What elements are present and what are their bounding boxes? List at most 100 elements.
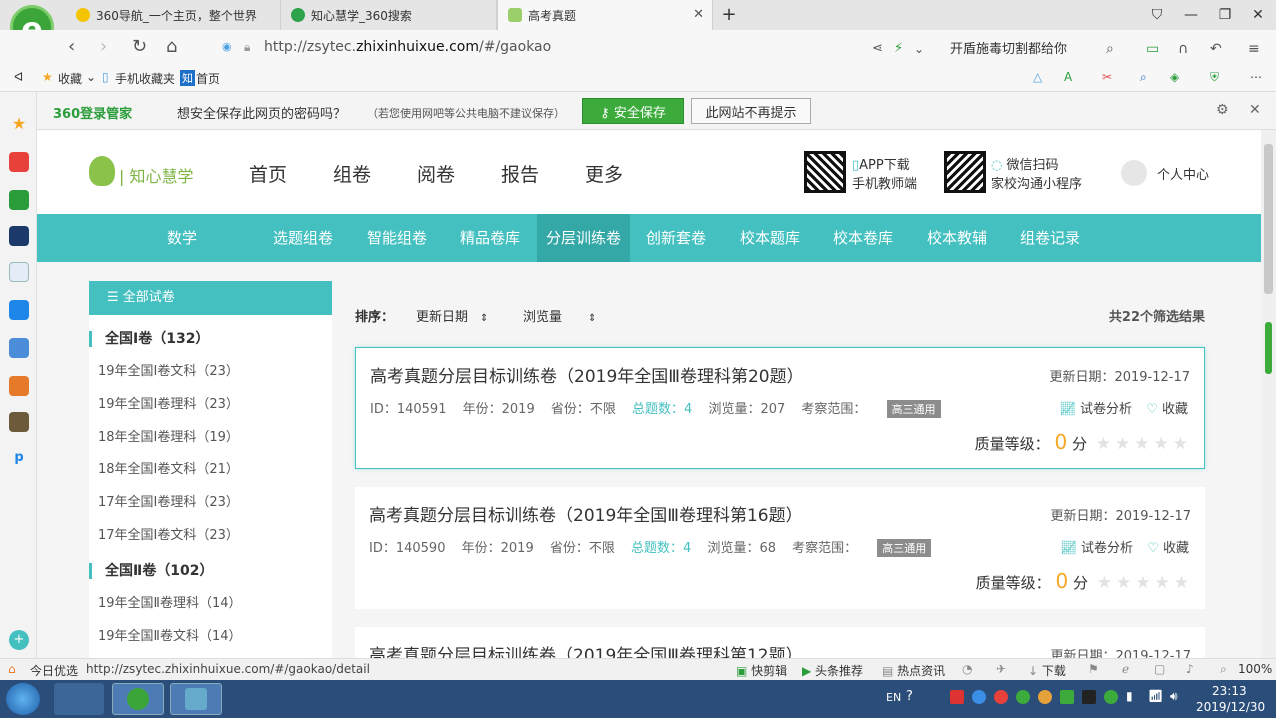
browser-tab-3[interactable]: 高考真题 ✕	[497, 0, 713, 30]
sidebar-game1-icon[interactable]	[9, 338, 29, 358]
sidebar-doc-icon[interactable]	[9, 262, 29, 282]
list-item[interactable]: 18年全国Ⅰ卷理科（19）	[98, 426, 239, 445]
status-flag-icon[interactable]: ⚑	[1088, 662, 1099, 676]
all-papers-header[interactable]: ☰ 全部试卷	[89, 281, 332, 315]
list-item[interactable]: 17年全国Ⅰ卷文科（23）	[98, 524, 239, 543]
close-bar-icon[interactable]: ✕	[1249, 102, 1261, 118]
search-hint[interactable]: 开盾施毒切割都给你	[950, 38, 1067, 57]
search-icon[interactable]: ⌕	[1106, 38, 1114, 60]
avatar[interactable]	[1121, 160, 1147, 186]
status-download[interactable]: ↓ 下载	[1028, 662, 1066, 679]
sidebar-p-icon[interactable]: p	[9, 450, 29, 470]
nav-grade[interactable]: 阅卷	[417, 160, 455, 187]
clock-time[interactable]: 23:13	[1212, 684, 1247, 698]
bookmark-fav[interactable]: 收藏	[58, 70, 82, 87]
settings-gear-icon[interactable]: ⚙	[1216, 102, 1229, 118]
refresh-icon[interactable]: ↻	[132, 36, 147, 58]
tray-icon-5[interactable]	[1038, 690, 1052, 704]
new-tab-icon[interactable]: +	[719, 5, 739, 25]
nav-compose[interactable]: 组卷	[333, 160, 371, 187]
undo-icon[interactable]: ↶	[1210, 38, 1222, 60]
browser-tab-2[interactable]: 知心慧学_360搜索	[281, 0, 497, 30]
clock-date[interactable]: 2019/12/30	[1196, 700, 1265, 714]
sidebar-game3-icon[interactable]	[9, 412, 29, 432]
taskbar-browser-icon[interactable]	[112, 683, 164, 715]
status-hot[interactable]: ▤ 热点资讯	[882, 662, 945, 679]
tool-triangle-icon[interactable]: △	[1033, 70, 1042, 84]
sidebar-mail-icon[interactable]	[9, 190, 29, 210]
taskbar-app-3[interactable]	[170, 683, 222, 715]
list-item[interactable]: 19年全国Ⅱ卷理科（14）	[98, 592, 241, 611]
tray-icon-1[interactable]	[950, 690, 964, 704]
help-icon[interactable]: ?	[906, 689, 913, 704]
share-icon[interactable]: ⋖	[872, 38, 883, 60]
bookmark-home[interactable]: 首页	[196, 70, 220, 87]
nav-home[interactable]: 首页	[249, 160, 287, 187]
more-tools-icon[interactable]: ⋯	[1250, 70, 1262, 84]
status-tool-icon[interactable]: ✈	[996, 662, 1006, 676]
paper-card[interactable]: 高考真题分层目标训练卷（2019年全国Ⅲ卷理科第12题） 更新日期：2019-1…	[355, 627, 1205, 658]
list-item[interactable]: 19年全国Ⅰ卷理科（23）	[98, 393, 239, 412]
skin-icon[interactable]: ⛉	[1147, 5, 1167, 25]
sidebar-news-icon[interactable]	[9, 226, 29, 246]
subnav-history[interactable]: 组卷记录	[1008, 214, 1092, 262]
subnav-school-papers[interactable]: 校本卷库	[821, 214, 905, 262]
tray-icon-3[interactable]	[994, 690, 1008, 704]
list-item[interactable]: 18年全国Ⅰ卷文科（21）	[98, 458, 239, 477]
page-scrollbar[interactable]	[1261, 130, 1276, 658]
never-save-button[interactable]: 此网站不再提示	[691, 98, 811, 124]
sidebar-game2-icon[interactable]	[9, 376, 29, 396]
paper-title[interactable]: 高考真题分层目标训练卷（2019年全国Ⅲ卷理科第12题）	[369, 641, 803, 658]
sort-by-date[interactable]: 更新日期 ⇕	[416, 306, 488, 325]
list-item[interactable]: 17年全国Ⅰ卷理科（23）	[98, 491, 239, 510]
forward-icon[interactable]: ›	[100, 36, 107, 58]
subnav-school-bank[interactable]: 校本题库	[728, 214, 812, 262]
start-icon[interactable]	[6, 683, 40, 715]
list-item[interactable]: 19年全国Ⅱ卷文科（14）	[98, 625, 241, 644]
site-logo-text[interactable]: | 知心慧学	[119, 163, 194, 187]
scrollbar-thumb[interactable]	[1264, 144, 1273, 294]
address-bar[interactable]: ◉ 🔒︎ http://zsytec.zhixinhuixue.com/#/ga…	[200, 34, 870, 60]
subnav-smart[interactable]: 智能组卷	[355, 214, 439, 262]
status-sound-icon[interactable]: ♪	[1186, 662, 1194, 676]
wechat-scan[interactable]: ◌ 微信扫码	[991, 154, 1059, 173]
sidebar-add-icon[interactable]: +	[9, 630, 29, 650]
tray-icon-8[interactable]	[1104, 690, 1118, 704]
subnav-premium[interactable]: 精品卷库	[448, 214, 532, 262]
volume-icon[interactable]: 🔊︎	[1170, 689, 1178, 704]
sort-by-views[interactable]: 浏览量 ⇕	[523, 306, 596, 325]
zoom-level[interactable]: 100%	[1238, 662, 1272, 676]
status-window-icon[interactable]: ▢	[1154, 662, 1165, 676]
tray-icon-2[interactable]	[972, 690, 986, 704]
group-national-2[interactable]: 全国Ⅱ卷（102）	[89, 563, 213, 579]
dropdown-icon[interactable]: ⌄	[914, 38, 924, 60]
sidebar-star-icon[interactable]: ★	[9, 114, 29, 134]
scissors-icon[interactable]: ✂	[1102, 70, 1112, 84]
shield-icon[interactable]: ⛨	[1210, 70, 1219, 85]
tray-icon-4[interactable]	[1016, 690, 1030, 704]
nav-more[interactable]: 更多	[585, 160, 623, 187]
input-lang[interactable]: EN	[886, 691, 901, 704]
subnav-math[interactable]: 数学	[150, 214, 214, 262]
paper-title[interactable]: 高考真题分层目标训练卷（2019年全国Ⅲ卷理科第20题）	[370, 362, 804, 387]
analysis-button[interactable]: 📈︎ 试卷分析	[1060, 541, 1133, 556]
favorite-button[interactable]: ♡ 收藏	[1147, 541, 1189, 556]
network-icon[interactable]: 📶︎	[1148, 689, 1163, 703]
taskbar-app-1[interactable]	[54, 683, 104, 715]
minimize-icon[interactable]: —	[1181, 5, 1201, 25]
status-ie-icon[interactable]: ℯ	[1122, 662, 1129, 676]
group-national-1[interactable]: 全国Ⅰ卷（132）	[89, 331, 209, 347]
bookmark-mobile[interactable]: 手机收藏夹	[115, 70, 175, 87]
status-clip[interactable]: ▣ 快剪辑	[736, 662, 787, 679]
game-icon[interactable]: ◈	[1170, 70, 1179, 84]
status-toutiao[interactable]: ▶ 头条推荐	[802, 662, 863, 679]
status-today[interactable]: 今日优选	[30, 662, 78, 679]
chevron-down-icon[interactable]: ⌄	[86, 70, 96, 84]
paper-title[interactable]: 高考真题分层目标训练卷（2019年全国Ⅲ卷理科第16题）	[369, 501, 803, 526]
tab-close-icon[interactable]: ✕	[693, 7, 704, 22]
collapse-sidebar-icon[interactable]: ᐊ	[14, 70, 23, 84]
site-logo-icon[interactable]	[89, 156, 115, 186]
menu-icon[interactable]: ≡	[1248, 38, 1260, 60]
status-speed-icon[interactable]: ◔	[962, 662, 972, 676]
subnav-innovate[interactable]: 创新套卷	[634, 214, 718, 262]
